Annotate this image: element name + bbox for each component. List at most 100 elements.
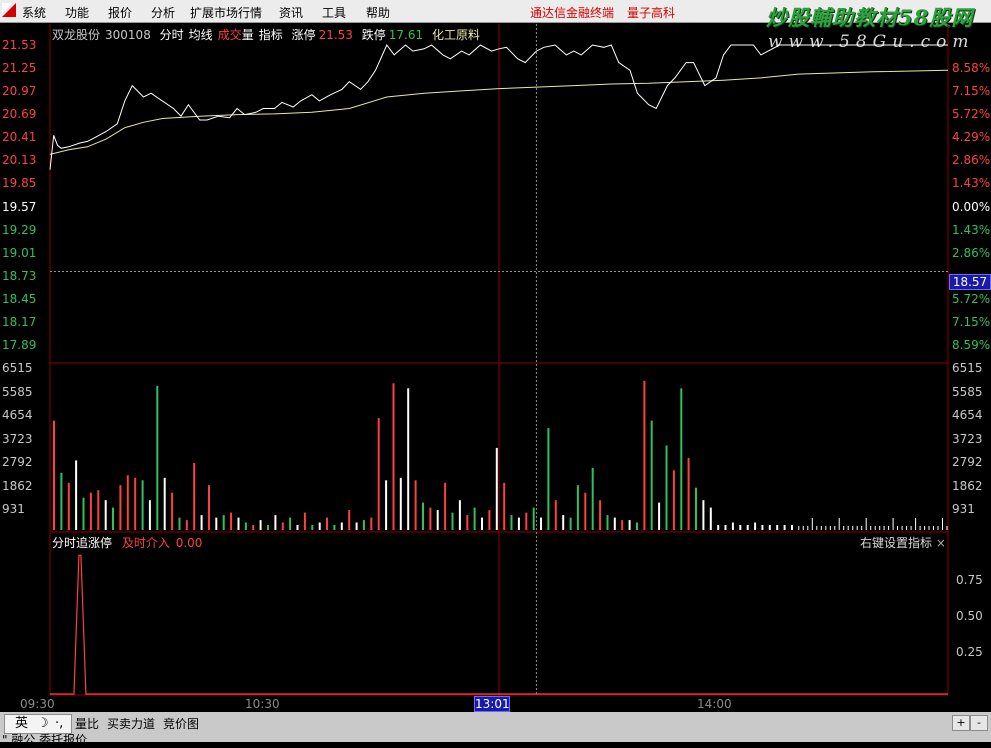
volume-bar bbox=[141, 480, 144, 530]
bottom-label-b: 委托报价 bbox=[39, 733, 88, 747]
volume-bar bbox=[473, 507, 476, 530]
price-label-left: 21.53 bbox=[2, 38, 37, 52]
volume-bar bbox=[672, 470, 675, 530]
volume-bar bbox=[75, 460, 78, 530]
volume-bar bbox=[488, 510, 491, 530]
volume-bar bbox=[267, 525, 269, 530]
volume-bar bbox=[333, 525, 336, 530]
chart-grid bbox=[49, 24, 949, 696]
time-label-1030: 10:30 bbox=[245, 697, 280, 711]
volume-bar bbox=[731, 522, 734, 530]
volume-bar bbox=[783, 525, 786, 530]
volume-bar bbox=[244, 522, 247, 530]
volume-bar bbox=[591, 467, 594, 530]
volume-bar bbox=[200, 515, 203, 530]
volume-bar bbox=[636, 522, 638, 530]
volume-bar bbox=[89, 492, 92, 530]
volume-bar bbox=[695, 487, 697, 530]
volume-bar bbox=[879, 526, 881, 530]
volume-bar bbox=[852, 526, 854, 530]
volume-bar bbox=[606, 515, 609, 530]
volume-bar bbox=[392, 383, 395, 530]
volume-bar bbox=[883, 526, 885, 530]
volume-bar bbox=[906, 526, 908, 530]
volume-bar bbox=[547, 428, 550, 530]
volume-bar bbox=[126, 475, 129, 530]
indicator-settings-label: 右键设置指标 bbox=[860, 536, 933, 550]
percent-label-right: 5.72% bbox=[952, 291, 991, 306]
volume-bar bbox=[97, 490, 100, 530]
volume-bar bbox=[67, 482, 70, 530]
volume-bar bbox=[739, 525, 742, 530]
volume-bar bbox=[820, 526, 822, 530]
volume-bar bbox=[399, 477, 402, 530]
volume-bar bbox=[754, 522, 757, 530]
price-label-left: 20.69 bbox=[2, 107, 37, 122]
tab-buy-sell-force[interactable]: 买卖力道 bbox=[107, 715, 155, 732]
indicator-close-icon[interactable]: × bbox=[936, 536, 946, 550]
volume-bar bbox=[185, 520, 188, 530]
tab-volume-ratio[interactable]: 量比 bbox=[75, 715, 99, 732]
volume-bar bbox=[613, 517, 616, 530]
percent-label-right: 0.00% bbox=[952, 199, 991, 214]
indicator-settings-hint[interactable]: 右键设置指标 × bbox=[860, 534, 946, 551]
volume-bar bbox=[811, 518, 813, 530]
percent-label-right: 8.59% bbox=[952, 338, 991, 352]
volume-bar bbox=[888, 526, 890, 530]
zoom-in-button[interactable]: + bbox=[952, 715, 970, 731]
volume-bar bbox=[466, 515, 469, 530]
bottom-row-label: " 融公 委托报价 bbox=[2, 731, 87, 748]
volume-bar bbox=[171, 492, 174, 530]
chart-svg[interactable] bbox=[0, 0, 991, 742]
volume-label-right: 2792 bbox=[952, 455, 983, 469]
volume-bar bbox=[554, 500, 557, 530]
price-label-left: 19.85 bbox=[2, 176, 37, 191]
volume-bar bbox=[865, 518, 867, 530]
volume-bar bbox=[193, 462, 196, 530]
volume-bar bbox=[709, 507, 712, 530]
percent-label-right: 8.58% bbox=[952, 61, 991, 76]
volume-bar bbox=[874, 526, 876, 530]
volume-bar bbox=[928, 526, 930, 530]
volume-bar bbox=[933, 526, 934, 530]
volume-bar bbox=[834, 526, 836, 530]
volume-bar bbox=[843, 526, 845, 530]
volume-bar bbox=[289, 517, 292, 530]
volume-bar bbox=[215, 517, 218, 530]
current-price-tag: 18.57 bbox=[949, 274, 991, 290]
volume-bar bbox=[436, 510, 439, 530]
tab-auction-chart[interactable]: 竞价图 bbox=[163, 715, 199, 732]
volume-bar bbox=[237, 517, 240, 530]
zoom-out-button[interactable]: - bbox=[970, 715, 988, 731]
volume-bar bbox=[311, 525, 314, 530]
percent-label-right: 2.86% bbox=[952, 153, 991, 168]
indicator-name[interactable]: 分时追涨停 bbox=[52, 536, 112, 550]
volume-bar bbox=[53, 420, 55, 530]
volume-bar bbox=[134, 477, 137, 530]
percent-label-right: 7.15% bbox=[952, 314, 991, 329]
volume-bar bbox=[776, 525, 779, 530]
volume-bar bbox=[791, 525, 793, 530]
price-label-left: 21.25 bbox=[2, 61, 37, 76]
percent-label-right: 7.15% bbox=[952, 84, 991, 99]
volume-bar bbox=[847, 526, 849, 530]
volume-bar bbox=[281, 522, 284, 530]
volume-bar bbox=[318, 522, 321, 530]
volume-bar bbox=[148, 500, 151, 530]
volume-bar bbox=[156, 385, 159, 530]
volume-bar bbox=[798, 526, 800, 530]
volume-bar bbox=[385, 480, 388, 530]
volume-label-left: 6515 bbox=[2, 361, 33, 375]
volume-bar bbox=[746, 525, 749, 530]
volume-label-right: 931 bbox=[952, 502, 975, 516]
volume-bar bbox=[569, 517, 572, 530]
volume-bar bbox=[761, 525, 764, 530]
volume-bar bbox=[60, 472, 63, 530]
price-label-left: 18.73 bbox=[2, 268, 37, 283]
volume-bar bbox=[838, 518, 840, 530]
volume-bar bbox=[230, 512, 233, 530]
volume-bar bbox=[915, 518, 917, 530]
volume-bar bbox=[259, 520, 262, 530]
volume-label-left: 931 bbox=[2, 502, 25, 516]
volume-bar bbox=[562, 515, 565, 530]
